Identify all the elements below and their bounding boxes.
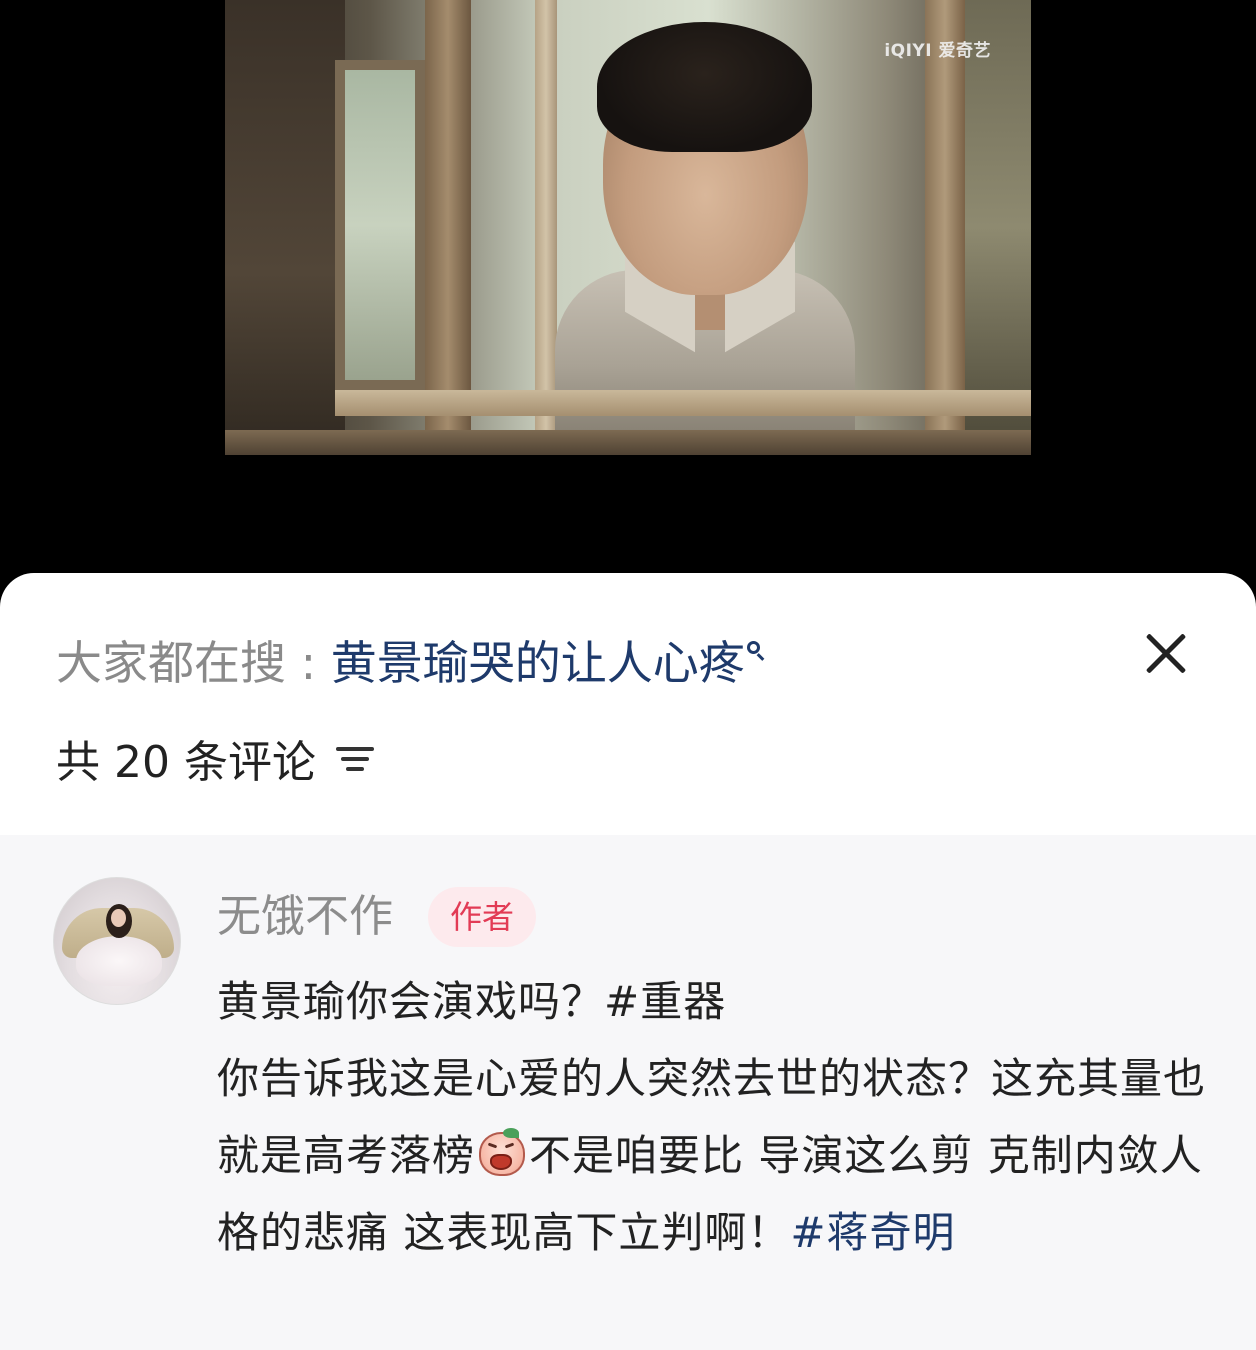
trending-search-hint[interactable]: 大家都在搜 : 黄景瑜哭的让人心疼 [56,633,765,693]
crying-peach-emoji-icon [477,1128,527,1178]
scene-door-frame [925,0,965,455]
scene-window [965,0,1031,455]
scene-window-sill [225,430,1031,455]
trending-search-prefix: 大家都在搜 : [56,636,331,690]
close-icon[interactable] [1138,625,1194,681]
comment-item[interactable]: 无饿不作 作者 黄景瑜你会演戏吗？#重器 你告诉我这是心爱的人突然去世的状态？这… [0,835,1256,1350]
comments-header: 共 20 条评论 [56,728,376,788]
scene-door-frame [535,0,557,455]
comment-body[interactable]: 黄景瑜你会演戏吗？#重器 你告诉我这是心爱的人突然去世的状态？这充其量也就是高考… [217,963,1207,1271]
scene-window [335,60,425,390]
comments-sheet: 大家都在搜 : 黄景瑜哭的让人心疼 共 20 条评论 无饿不作 作者 黄景瑜你会… [0,573,1256,1350]
scene-wall [225,0,345,455]
avatar[interactable] [53,877,181,1005]
comment-username[interactable]: 无饿不作 [217,887,393,947]
scene-door-frame [425,0,471,455]
video-frame[interactable]: iQIYI 爱奇艺 [225,0,1031,455]
scene-window-rail [335,390,1031,416]
trending-search-query[interactable]: 黄景瑜哭的让人心疼 [331,636,745,690]
comment-text-line: 黄景瑜你会演戏吗？#重器 [217,977,727,1026]
video-player[interactable]: iQIYI 爱奇艺 [0,0,1256,575]
hashtag-link[interactable]: #蒋奇明 [790,1208,955,1257]
author-badge: 作者 [428,887,537,947]
comment-count: 共 20 条评论 [56,737,316,788]
sort-filter-icon[interactable] [335,741,376,775]
actor-hair [597,22,812,152]
iqiyi-watermark: iQIYI 爱奇艺 [884,41,991,61]
search-icon [745,641,765,665]
